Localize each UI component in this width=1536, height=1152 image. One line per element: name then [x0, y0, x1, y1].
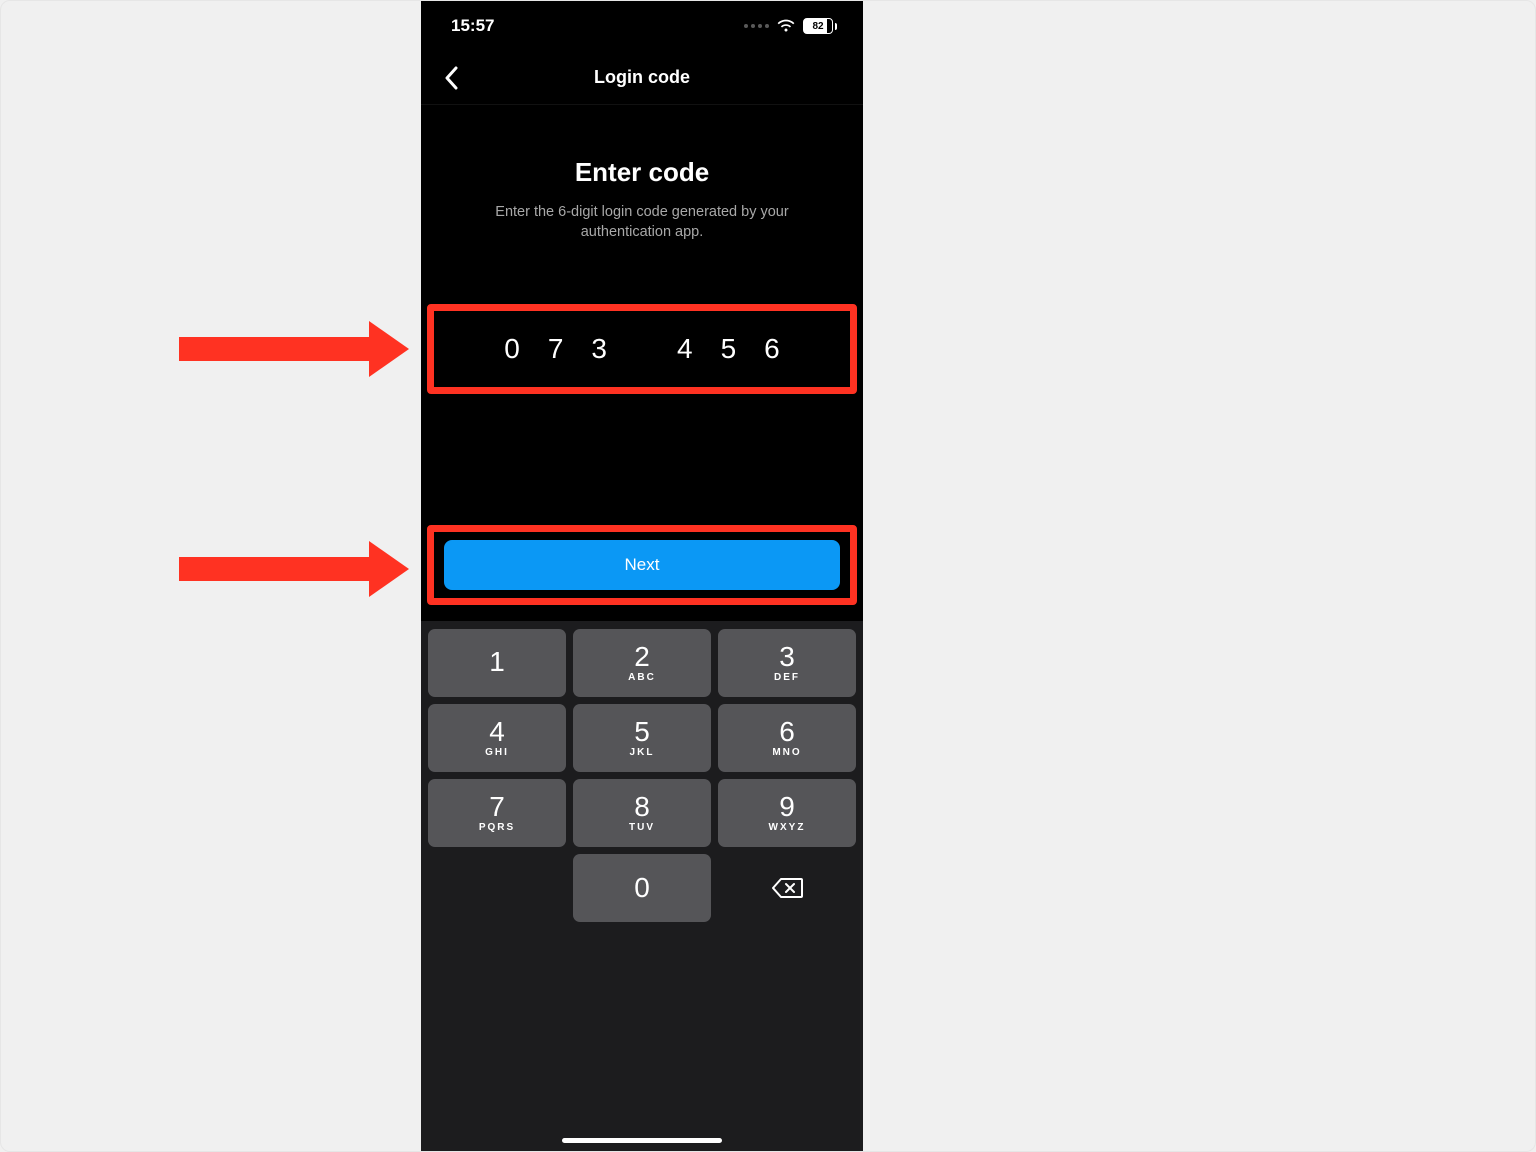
key-6-letters: MNO — [772, 748, 801, 758]
home-indicator[interactable] — [562, 1138, 722, 1143]
battery-level: 82 — [812, 21, 823, 32]
key-backspace[interactable] — [718, 854, 856, 922]
status-time: 15:57 — [451, 16, 494, 36]
key-6[interactable]: 6 MNO — [718, 704, 856, 772]
next-button[interactable]: Next — [444, 540, 840, 590]
phone-frame: 15:57 82 Login code En — [421, 1, 863, 1152]
key-7[interactable]: 7 PQRS — [428, 779, 566, 847]
key-7-letters: PQRS — [479, 823, 515, 833]
key-9-letters: WXYZ — [769, 823, 806, 833]
nav-header: Login code — [421, 51, 863, 105]
key-blank — [428, 854, 566, 922]
key-8-num: 8 — [634, 793, 650, 821]
code-digit-1: 7 — [548, 333, 564, 365]
key-1[interactable]: 1 — [428, 629, 566, 697]
back-button[interactable] — [429, 51, 473, 104]
page-subtitle: Enter the 6-digit login code generated b… — [439, 202, 845, 243]
key-2[interactable]: 2 ABC — [573, 629, 711, 697]
key-9[interactable]: 9 WXYZ — [718, 779, 856, 847]
key-3[interactable]: 3 DEF — [718, 629, 856, 697]
numeric-keypad: 1 2 ABC 3 DEF 4 GHI 5 JKL 6 MNO 7 PQRS 8 TUV 9 W… — [421, 621, 863, 1152]
key-9-num: 9 — [779, 793, 795, 821]
key-8-letters: TUV — [629, 823, 655, 833]
backspace-icon — [771, 876, 803, 900]
key-5-num: 5 — [634, 718, 650, 746]
key-3-num: 3 — [779, 643, 795, 671]
key-0-num: 0 — [634, 874, 650, 902]
next-highlight: Next — [421, 525, 863, 605]
battery-icon: 82 — [803, 18, 837, 34]
page-heading: Enter code — [439, 157, 845, 188]
code-highlight: 0 7 3 4 5 6 — [421, 304, 863, 394]
cellular-dots-icon — [744, 24, 769, 28]
main-content: Enter code Enter the 6-digit login code … — [421, 105, 863, 243]
code-digit-2: 3 — [591, 333, 607, 365]
code-digit-3: 4 — [677, 333, 693, 365]
key-5-letters: JKL — [630, 748, 655, 758]
key-2-letters: ABC — [628, 673, 656, 683]
nav-title: Login code — [594, 67, 690, 88]
key-1-num: 1 — [489, 648, 505, 676]
code-digits: 0 7 3 4 5 6 — [504, 333, 779, 365]
key-7-num: 7 — [489, 793, 505, 821]
key-4-num: 4 — [489, 718, 505, 746]
chevron-left-icon — [444, 66, 458, 90]
wifi-icon — [777, 19, 795, 33]
status-bar: 15:57 82 — [421, 1, 863, 51]
key-4[interactable]: 4 GHI — [428, 704, 566, 772]
key-5[interactable]: 5 JKL — [573, 704, 711, 772]
code-digit-4: 5 — [721, 333, 737, 365]
status-right: 82 — [744, 18, 837, 34]
callout-arrow-1 — [179, 321, 409, 377]
key-6-num: 6 — [779, 718, 795, 746]
code-input[interactable]: 0 7 3 4 5 6 — [427, 304, 857, 394]
code-digit-5: 6 — [764, 333, 780, 365]
callout-arrow-2 — [179, 541, 409, 597]
key-0[interactable]: 0 — [573, 854, 711, 922]
key-8[interactable]: 8 TUV — [573, 779, 711, 847]
key-4-letters: GHI — [485, 748, 509, 758]
code-digit-0: 0 — [504, 333, 520, 365]
key-2-num: 2 — [634, 643, 650, 671]
key-3-letters: DEF — [774, 673, 800, 683]
tutorial-canvas: 15:57 82 Login code En — [0, 0, 1536, 1152]
